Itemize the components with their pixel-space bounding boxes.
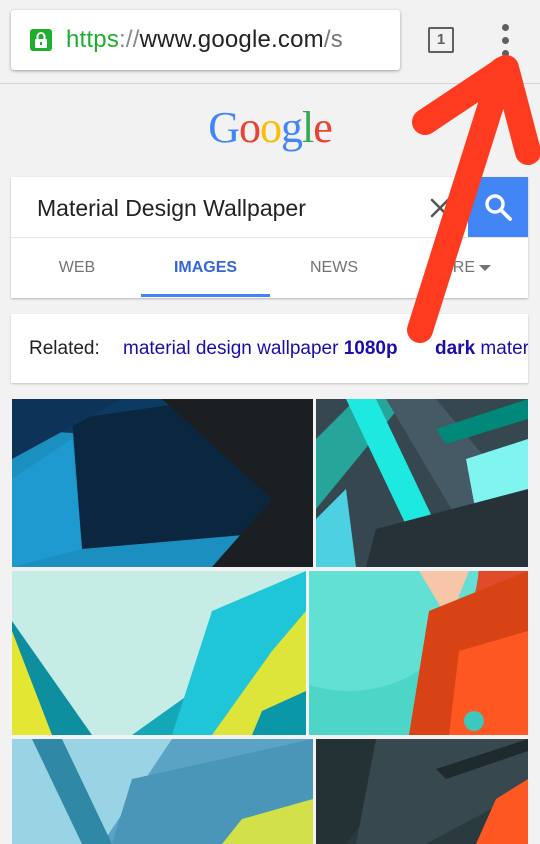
related-chip[interactable]: material design wallpaper 1080p [123, 338, 398, 360]
search-icon [485, 194, 512, 221]
wallpaper-thumbnail [309, 571, 528, 735]
image-result[interactable] [12, 739, 313, 844]
tab-images[interactable]: IMAGES [141, 238, 270, 298]
image-result[interactable] [316, 739, 528, 844]
tab-switcher-button[interactable]: 1 [428, 27, 454, 53]
tab-more[interactable]: MORE [403, 238, 515, 298]
wallpaper-thumbnail [316, 399, 528, 567]
tab-web[interactable]: WEB [31, 238, 123, 298]
wallpaper-thumbnail [12, 739, 313, 844]
related-searches: Related: material design wallpaper 1080p… [11, 314, 528, 383]
google-logo[interactable]: Google [0, 102, 540, 153]
image-result[interactable] [12, 571, 306, 735]
browser-toolbar: https://www.google.com/s 1 [0, 0, 540, 84]
menu-dot-icon [502, 37, 509, 44]
caret-down-icon [479, 264, 491, 271]
clear-icon[interactable] [427, 195, 453, 221]
search-input[interactable] [37, 191, 417, 225]
image-result[interactable] [309, 571, 528, 735]
overflow-menu-button[interactable] [493, 24, 519, 58]
search-card: WEB IMAGES NEWS MORE [11, 177, 528, 298]
image-result[interactable] [316, 399, 528, 567]
tab-more-label: MORE [427, 259, 475, 276]
related-chip[interactable]: dark material [435, 338, 528, 360]
related-label: Related: [29, 338, 100, 359]
image-result[interactable] [12, 399, 313, 567]
wallpaper-thumbnail [12, 571, 306, 735]
search-tabs: WEB IMAGES NEWS MORE [11, 238, 528, 298]
wallpaper-thumbnail [12, 399, 313, 567]
menu-dot-icon [502, 24, 509, 31]
wallpaper-thumbnail [316, 739, 528, 844]
address-bar[interactable]: https://www.google.com/s [11, 10, 400, 70]
active-tab-indicator [141, 294, 270, 297]
menu-dot-icon [502, 50, 509, 57]
url-text: https://www.google.com/s [66, 26, 343, 53]
lock-icon [30, 29, 52, 51]
tab-news[interactable]: NEWS [289, 238, 379, 298]
search-button[interactable] [468, 177, 528, 238]
